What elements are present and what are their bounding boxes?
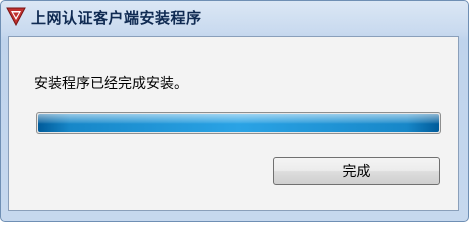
title-bar[interactable]: 上网认证客户端安装程序 (1, 1, 468, 35)
content-panel: 安装程序已经完成安装。 完成 (8, 36, 459, 211)
progress-bar (36, 112, 441, 134)
red-triangle-logo-icon (6, 7, 26, 26)
installer-window: 上网认证客户端安装程序 安装程序已经完成安装。 完成 (0, 0, 469, 222)
progress-fill (38, 114, 439, 132)
finish-button[interactable]: 完成 (273, 157, 440, 185)
completion-message: 安装程序已经完成安装。 (34, 76, 188, 92)
window-title: 上网认证客户端安装程序 (31, 9, 202, 27)
